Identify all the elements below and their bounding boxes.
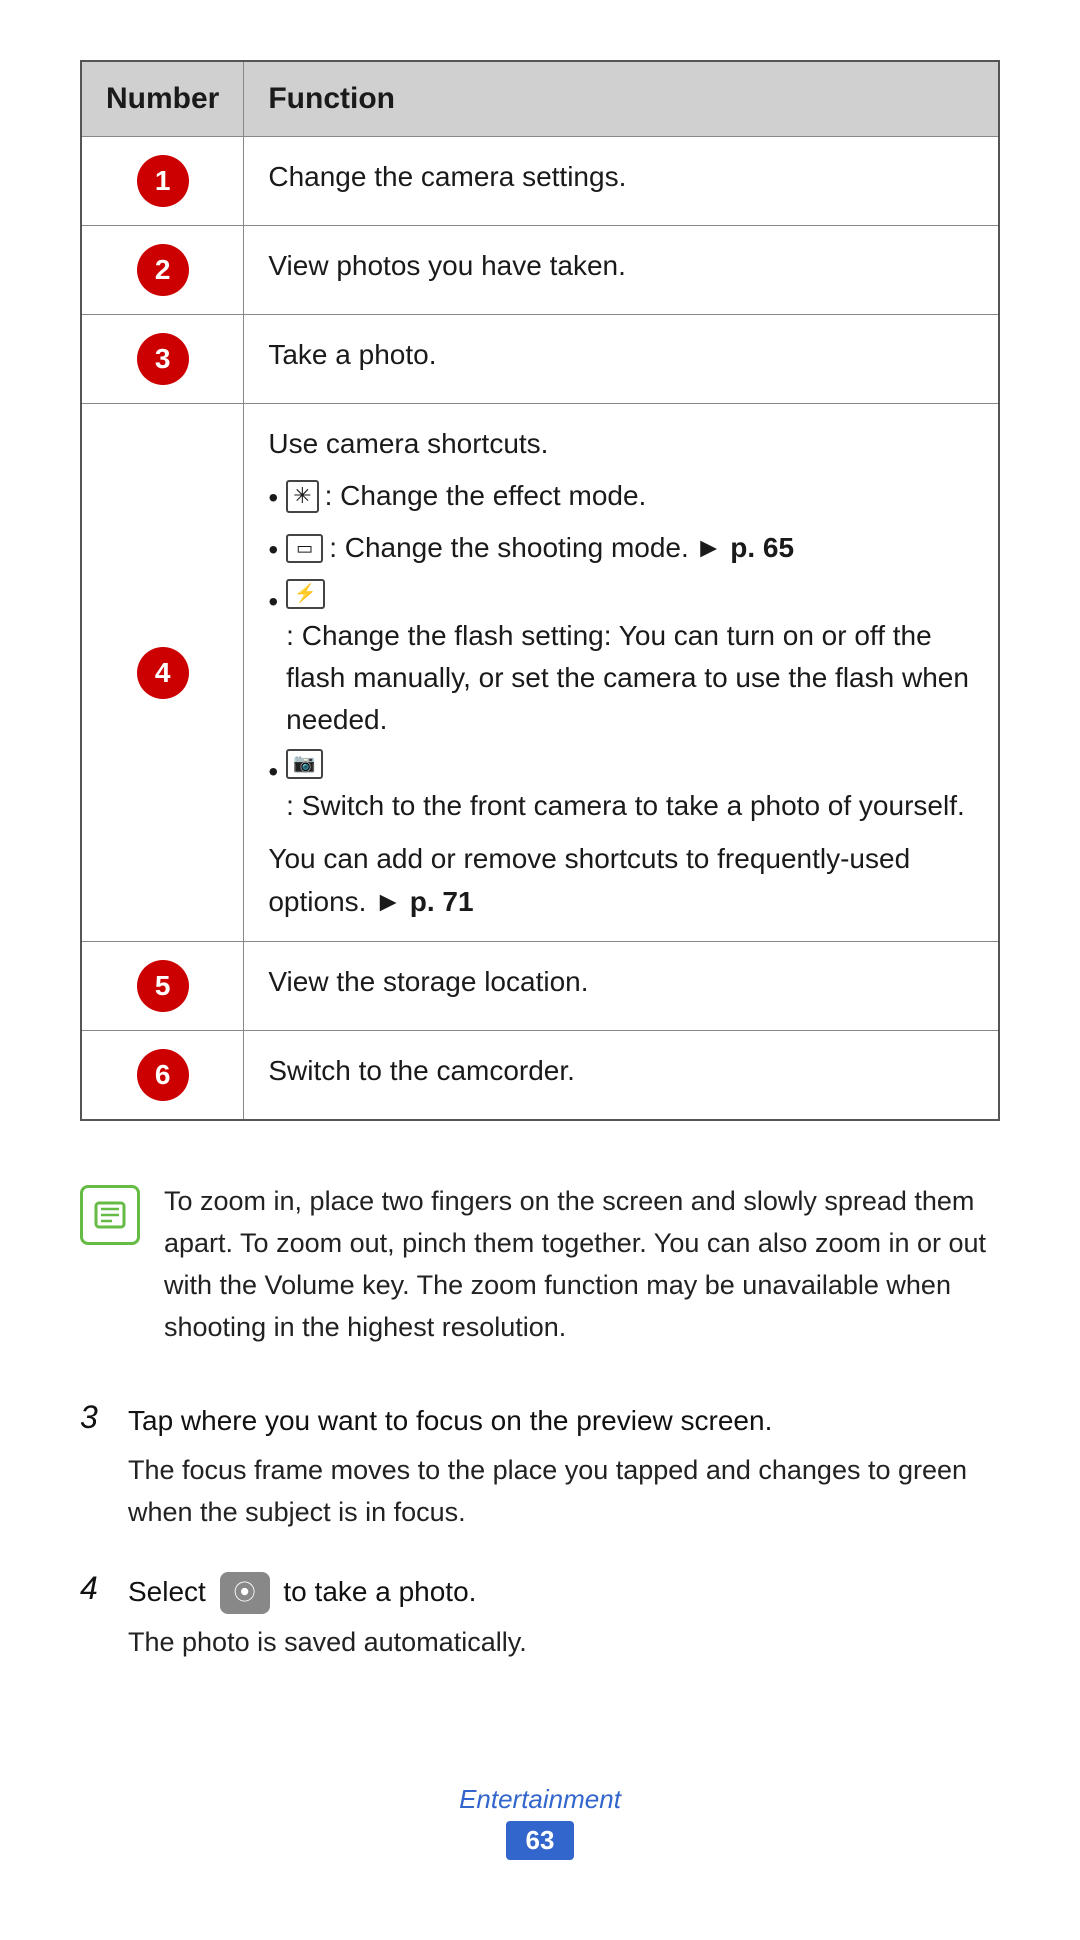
row-function-3: Take a photo. <box>244 315 999 404</box>
step-3-main-line: 3 Tap where you want to focus on the pre… <box>80 1399 1000 1442</box>
circle-badge-6: 6 <box>137 1049 189 1101</box>
function-table: Number Function 1 Change the camera sett… <box>80 60 1000 1121</box>
shortcut-frontcam-text: : Switch to the front camera to take a p… <box>286 785 965 827</box>
shortcut-icon-effect: ✳ : Change the effect mode. <box>286 475 646 517</box>
function-text-6: Switch to the camcorder. <box>268 1055 575 1086</box>
shortcut-flash-text: : Change the flash setting: You can turn… <box>286 615 974 741</box>
row-number-2: 2 <box>81 226 244 315</box>
table-row: 6 Switch to the camcorder. <box>81 1031 999 1121</box>
note-box: To zoom in, place two fingers on the scr… <box>80 1181 1000 1348</box>
shortcut-item-effect: • ✳ : Change the effect mode. <box>268 475 974 519</box>
shortcut-item-shooting: • ▭ : Change the shooting mode. ► p. 65 <box>268 527 974 571</box>
footer-page-number: 63 <box>506 1821 575 1860</box>
shortcut-icon-flash: ⚡ : Change the flash setting: You can tu… <box>286 579 974 741</box>
step-4: 4 Select ⦿ to take a photo. The photo is… <box>80 1570 1000 1665</box>
shortcuts-intro: Use camera shortcuts. <box>268 422 974 465</box>
shooting-mode-icon: ▭ <box>286 534 323 564</box>
row-number-1: 1 <box>81 137 244 226</box>
table-row: 1 Change the camera settings. <box>81 137 999 226</box>
function-text-3: Take a photo. <box>268 339 436 370</box>
step-4-main-line: 4 Select ⦿ to take a photo. <box>80 1570 1000 1615</box>
shortcut-item-flash: • ⚡ : Change the flash setting: You can … <box>268 579 974 741</box>
table-row: 4 Use camera shortcuts. • ✳ : Change the… <box>81 404 999 942</box>
row-number-4: 4 <box>81 404 244 942</box>
function-text-2: View photos you have taken. <box>268 250 626 281</box>
step-4-after-icon: to take a photo. <box>283 1576 476 1607</box>
table-row: 3 Take a photo. <box>81 315 999 404</box>
camera-shutter-icon: ⦿ <box>220 1572 270 1614</box>
circle-badge-5: 5 <box>137 960 189 1012</box>
row-function-5: View the storage location. <box>244 942 999 1031</box>
step-4-sub-text: The photo is saved automatically. <box>128 1622 1000 1664</box>
step-3-main-text: Tap where you want to focus on the previ… <box>128 1399 772 1442</box>
front-camera-icon: 📷 <box>286 749 322 779</box>
table-header-function: Function <box>244 61 999 137</box>
footer-label: Entertainment <box>80 1784 1000 1815</box>
table-row: 5 View the storage location. <box>81 942 999 1031</box>
note-icon <box>80 1185 140 1245</box>
row-function-4: Use camera shortcuts. • ✳ : Change the e… <box>244 404 999 942</box>
page-footer: Entertainment 63 <box>80 1784 1000 1860</box>
step-3-sub-text: The focus frame moves to the place you t… <box>128 1450 1000 1534</box>
effect-mode-icon: ✳ <box>286 480 318 512</box>
shortcuts-list: • ✳ : Change the effect mode. • ▭ <box>268 475 974 826</box>
bullet-dot: • <box>268 581 278 623</box>
shortcut-effect-text: : Change the effect mode. <box>325 475 647 517</box>
circle-badge-2: 2 <box>137 244 189 296</box>
shortcut-icon-frontcam: 📷 : Switch to the front camera to take a… <box>286 749 974 827</box>
step-4-main-text: Select ⦿ to take a photo. <box>128 1570 476 1615</box>
row-function-2: View photos you have taken. <box>244 226 999 315</box>
shortcuts-footer-text: You can add or remove shortcuts to frequ… <box>268 837 974 924</box>
row-function-6: Switch to the camcorder. <box>244 1031 999 1121</box>
shortcut-icon-shooting: ▭ : Change the shooting mode. ► p. 65 <box>286 527 794 569</box>
shortcut-item-frontcam: • 📷 : Switch to the front camera to take… <box>268 749 974 827</box>
step-4-before-icon: Select <box>128 1576 206 1607</box>
row-number-3: 3 <box>81 315 244 404</box>
shortcuts-footer-ref: ► p. 71 <box>374 886 473 917</box>
flash-icon: ⚡ <box>286 579 324 609</box>
step-number-3: 3 <box>80 1399 112 1436</box>
bullet-dot: • <box>268 529 278 571</box>
bullet-dot: • <box>268 751 278 793</box>
row-number-6: 6 <box>81 1031 244 1121</box>
step-3: 3 Tap where you want to focus on the pre… <box>80 1399 1000 1534</box>
note-text-content: To zoom in, place two fingers on the scr… <box>164 1181 1000 1348</box>
bullet-dot: • <box>268 477 278 519</box>
circle-badge-1: 1 <box>137 155 189 207</box>
table-row: 2 View photos you have taken. <box>81 226 999 315</box>
shortcut-shooting-text: : Change the shooting mode. <box>329 527 689 569</box>
row-function-1: Change the camera settings. <box>244 137 999 226</box>
table-header-number: Number <box>81 61 244 137</box>
row-number-5: 5 <box>81 942 244 1031</box>
shooting-page-ref: ► p. 65 <box>695 527 794 569</box>
function-text-1: Change the camera settings. <box>268 161 626 192</box>
circle-badge-3: 3 <box>137 333 189 385</box>
step-number-4: 4 <box>80 1570 112 1607</box>
function-text-5: View the storage location. <box>268 966 588 997</box>
shortcuts-footer-label: You can add or remove shortcuts to frequ… <box>268 843 910 917</box>
note-svg-icon <box>92 1197 128 1233</box>
circle-badge-4: 4 <box>137 647 189 699</box>
